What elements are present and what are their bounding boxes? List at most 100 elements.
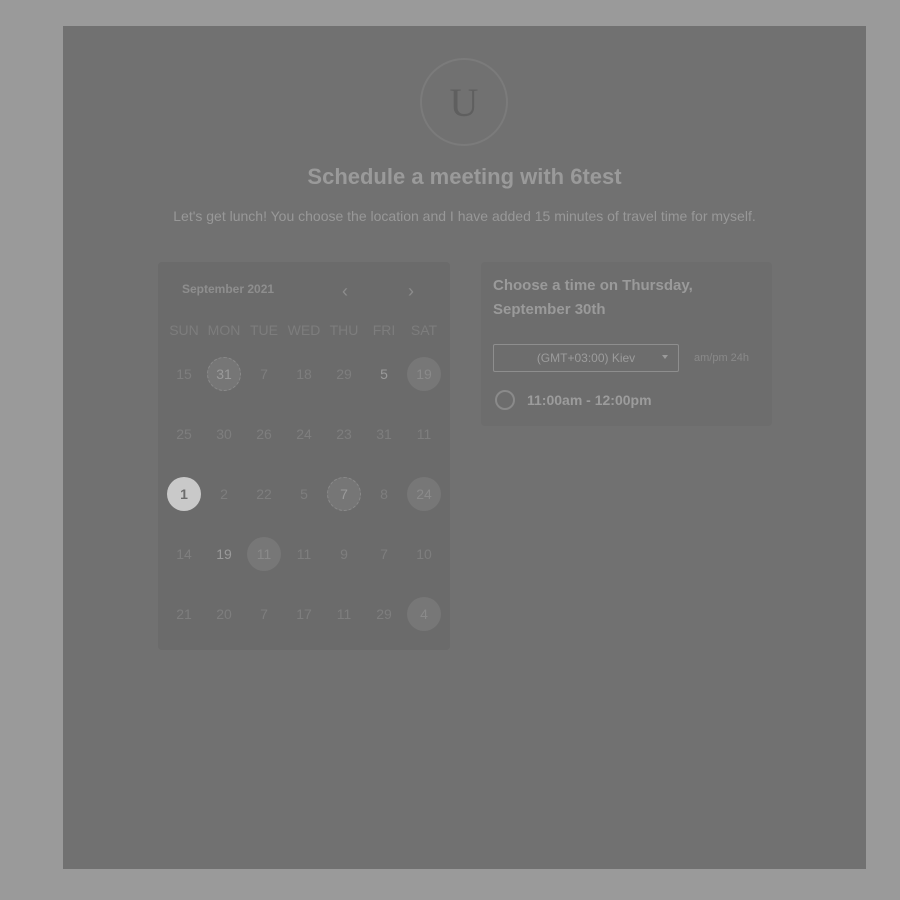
calendar-day[interactable]: 11 xyxy=(244,534,284,574)
calendar: September 2021 ‹ › SUN MON TUE WED THU FRI SAT… xyxy=(158,262,450,650)
timezone-value: (GMT+03:00) Kiev xyxy=(536,351,636,365)
calendar-week-row: 14 19 11 11 9 7 10 xyxy=(164,534,456,574)
calendar-day-number: 11 xyxy=(416,426,432,442)
caret-down-icon xyxy=(662,355,668,359)
avatar-letter: U xyxy=(449,79,479,125)
calendar-day[interactable]: 17 xyxy=(284,594,324,634)
calendar-day-number: 7 xyxy=(327,477,361,511)
calendar-day-number: 2 xyxy=(220,486,228,502)
calendar-day-number: 15 xyxy=(176,366,192,382)
calendar-day[interactable]: 24 xyxy=(284,414,324,454)
calendar-day[interactable]: 11 xyxy=(404,414,444,454)
calendar-day[interactable]: 11 xyxy=(324,594,364,634)
calendar-day-number: 5 xyxy=(300,486,308,502)
weekday-label: SUN xyxy=(169,322,199,338)
calendar-day[interactable]: 21 xyxy=(164,594,204,634)
calendar-day[interactable]: 23 xyxy=(324,414,364,454)
calendar-day[interactable]: 14 xyxy=(164,534,204,574)
timezone-select[interactable]: (GMT+03:00) Kiev xyxy=(493,344,679,372)
calendar-day-number: 18 xyxy=(296,366,312,382)
time-heading: Choose a time on Thursday, September 30t… xyxy=(493,277,693,318)
calendar-day-number: 14 xyxy=(176,546,192,562)
weekday-label: FRI xyxy=(372,322,396,338)
calendar-day-number: 22 xyxy=(256,486,272,502)
calendar-day-number: 1 xyxy=(167,477,201,511)
calendar-day-number: 7 xyxy=(260,366,268,382)
time-format-toggle[interactable]: am/pm 24h xyxy=(694,352,749,364)
calendar-day-number: 5 xyxy=(380,366,388,382)
page-title: Schedule a meeting with 6test xyxy=(307,164,622,189)
calendar-day[interactable]: 31 xyxy=(204,354,244,394)
calendar-day[interactable]: 31 xyxy=(364,414,404,454)
calendar-day[interactable]: 29 xyxy=(364,594,404,634)
chevron-left-icon[interactable]: ‹ xyxy=(336,281,354,301)
calendar-day[interactable]: 7 xyxy=(364,534,404,574)
calendar-day-number: 30 xyxy=(216,426,232,442)
calendar-day[interactable]: 7 xyxy=(324,474,364,514)
calendar-week-row: 25 30 26 24 23 31 11 xyxy=(164,414,456,454)
calendar-day[interactable]: 20 xyxy=(204,594,244,634)
calendar-day[interactable]: 1 xyxy=(164,474,204,514)
calendar-day-number: 4 xyxy=(407,597,441,631)
calendar-week-row: 15 31 7 18 29 5 19 xyxy=(164,354,456,394)
calendar-day[interactable]: 9 xyxy=(324,534,364,574)
calendar-day[interactable]: 29 xyxy=(324,354,364,394)
weekday-label: THU xyxy=(329,322,359,338)
calendar-day-number: 21 xyxy=(176,606,192,622)
calendar-day[interactable]: 2 xyxy=(204,474,244,514)
time-slot-label: 11:00am - 12:00pm xyxy=(527,392,652,408)
weekday-label: WED xyxy=(287,322,321,338)
calendar-day-number: 31 xyxy=(207,357,241,391)
time-slot[interactable]: 11:00am - 12:00pm xyxy=(495,390,652,410)
calendar-day[interactable]: 24 xyxy=(404,474,444,514)
calendar-day[interactable]: 26 xyxy=(244,414,284,454)
calendar-day-number: 23 xyxy=(336,426,352,442)
calendar-day-number: 11 xyxy=(296,546,312,562)
calendar-day-number: 19 xyxy=(407,357,441,391)
calendar-day-number: 11 xyxy=(336,606,352,622)
calendar-day-number: 29 xyxy=(336,366,352,382)
calendar-day[interactable]: 5 xyxy=(364,354,404,394)
calendar-day[interactable]: 4 xyxy=(404,594,444,634)
calendar-day[interactable]: 18 xyxy=(284,354,324,394)
calendar-day-number: 26 xyxy=(256,426,272,442)
page-subtitle: Let's get lunch! You choose the location… xyxy=(173,208,756,224)
calendar-day-number: 7 xyxy=(380,546,388,562)
weekday-row: SUN MON TUE WED THU FRI SAT xyxy=(164,322,456,338)
calendar-day[interactable]: 30 xyxy=(204,414,244,454)
radio-icon[interactable] xyxy=(495,390,515,410)
calendar-day[interactable]: 7 xyxy=(244,354,284,394)
calendar-day-number: 7 xyxy=(260,606,268,622)
calendar-day-number: 17 xyxy=(296,606,312,622)
calendar-day[interactable]: 7 xyxy=(244,594,284,634)
calendar-day[interactable]: 22 xyxy=(244,474,284,514)
calendar-day-number: 29 xyxy=(376,606,392,622)
calendar-day[interactable]: 25 xyxy=(164,414,204,454)
calendar-week-row: 1 2 22 5 7 8 24 xyxy=(164,474,456,514)
calendar-week-row: 21 20 7 17 11 29 4 xyxy=(164,594,456,634)
calendar-day[interactable]: 8 xyxy=(364,474,404,514)
calendar-day-number: 20 xyxy=(216,606,232,622)
calendar-day[interactable]: 10 xyxy=(404,534,444,574)
calendar-day[interactable]: 19 xyxy=(404,354,444,394)
calendar-day-number: 31 xyxy=(376,426,392,442)
chevron-right-icon[interactable]: › xyxy=(402,281,420,301)
weekday-label: SAT xyxy=(410,322,438,338)
calendar-day[interactable]: 15 xyxy=(164,354,204,394)
calendar-day[interactable]: 5 xyxy=(284,474,324,514)
calendar-day-number: 8 xyxy=(380,486,388,502)
time-panel: Choose a time on Thursday, September 30t… xyxy=(481,262,772,426)
calendar-day-number: 11 xyxy=(247,537,281,571)
calendar-day[interactable]: 11 xyxy=(284,534,324,574)
weekday-label: TUE xyxy=(250,322,278,338)
avatar: U xyxy=(420,58,508,146)
calendar-day-number: 24 xyxy=(407,477,441,511)
calendar-month-label: September 2021 xyxy=(182,282,275,296)
calendar-day-number: 24 xyxy=(296,426,312,442)
weekday-label: MON xyxy=(207,322,241,338)
calendar-day-number: 10 xyxy=(416,546,432,562)
calendar-day[interactable]: 19 xyxy=(204,534,244,574)
calendar-day-number: 9 xyxy=(340,546,348,562)
calendar-day-number: 19 xyxy=(216,546,232,562)
calendar-day-number: 25 xyxy=(176,426,192,442)
